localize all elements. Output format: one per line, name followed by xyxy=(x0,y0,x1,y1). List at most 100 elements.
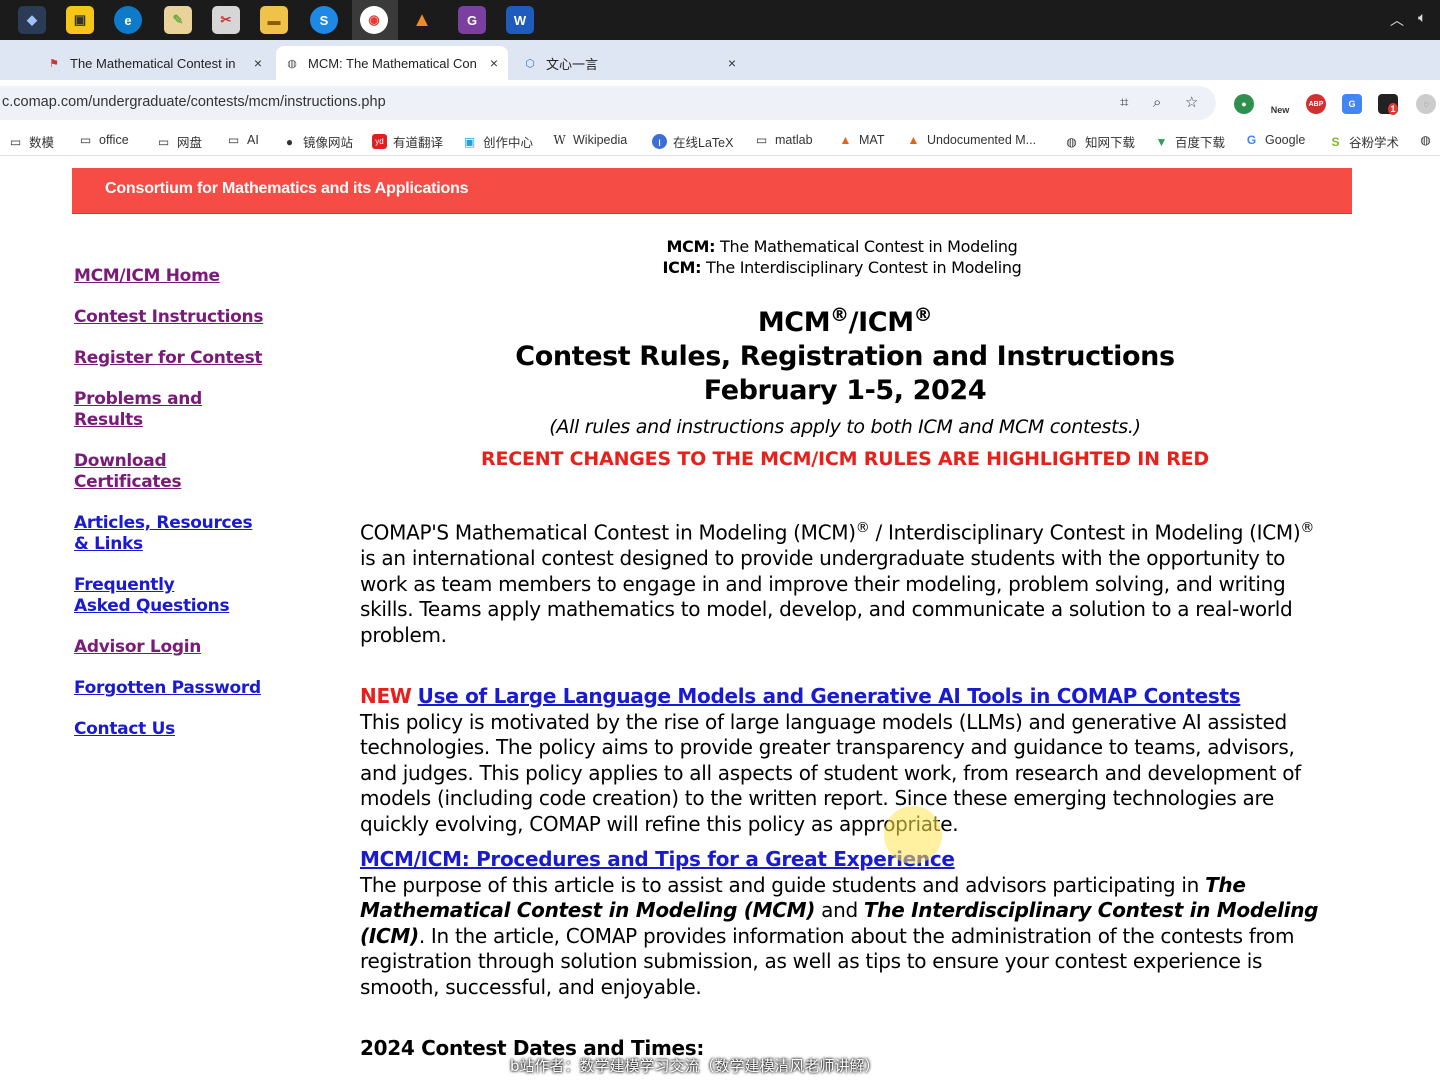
file-explorer-icon[interactable]: ▬ xyxy=(260,6,288,34)
sidebar-item-forgotten-password[interactable]: Forgotten Password xyxy=(74,678,274,699)
bookmark-item[interactable]: S 谷粉学术 xyxy=(1328,132,1399,151)
sidebar-item-contact[interactable]: Contact Us xyxy=(74,719,274,740)
tab-title: 文心一言 xyxy=(546,56,599,72)
tips-text-b: . In the article, COMAP provides informa… xyxy=(360,923,1295,999)
adblock-icon[interactable]: ABP xyxy=(1306,94,1326,114)
bookmark-item[interactable]: ▼ 百度下载 xyxy=(1154,132,1225,151)
paint-app-icon[interactable]: ✎ xyxy=(164,6,192,34)
tips-text-a: The purpose of this article is to assist… xyxy=(360,872,1206,897)
tab-title: The Mathematical Contest in xyxy=(70,55,236,71)
bookmark-label: 网盘 xyxy=(177,136,203,150)
tab-strip: ✕ ⚑ The Mathematical Contest in × ◍ MCM:… xyxy=(0,40,1440,110)
globe-icon: ◍ xyxy=(1420,132,1431,147)
sidebar-item-home[interactable]: MCM/ICM Home xyxy=(74,266,274,287)
tab-wenxin[interactable]: ⬡ 文心一言 × xyxy=(514,46,746,80)
intro-text-c: is an international contest designed to … xyxy=(360,546,1293,647)
bookmark-item[interactable]: ▲ Undocumented M... xyxy=(906,132,1037,147)
url-text[interactable]: c.comap.com/undergraduate/contests/mcm/i… xyxy=(2,94,386,110)
bookmark-item[interactable]: ı 在线LaTeX xyxy=(652,132,733,151)
google-icon: G xyxy=(1246,132,1257,147)
extension-new-icon[interactable]: New xyxy=(1268,94,1292,115)
ai-policy-link[interactable]: Use of Large Language Models and Generat… xyxy=(418,684,1241,708)
icm-abbr: ICM: xyxy=(662,258,702,277)
bookmark-item[interactable]: ▭ 网盘 xyxy=(156,132,202,151)
extension-misc-icon[interactable]: ◌ xyxy=(1416,94,1436,114)
sidebar-item-articles[interactable]: Articles, Resources & Links xyxy=(74,513,254,555)
bookmark-label: matlab xyxy=(775,132,813,147)
registered-mark: ® xyxy=(913,304,933,326)
cat-app-icon[interactable]: ◆ xyxy=(18,6,46,34)
bookmark-label: 数模 xyxy=(29,136,55,150)
pdf-app-icon[interactable]: G xyxy=(458,6,486,34)
bookmark-item[interactable]: ● 镜像网站 xyxy=(282,132,353,151)
wenxin-favicon-icon: ⬡ xyxy=(525,57,535,70)
bookmark-item[interactable]: G Google xyxy=(1244,132,1305,147)
new-label: NEW xyxy=(360,684,412,709)
main-content: MCM: The Mathematical Contest in Modelin… xyxy=(360,236,1330,1062)
title-icm: /ICM xyxy=(848,307,914,338)
tips-link[interactable]: MCM/ICM: Procedures and Tips for a Great… xyxy=(360,847,955,871)
speaker-icon[interactable]: 🔈︎ xyxy=(1418,10,1426,26)
scholar-icon: S xyxy=(1331,134,1340,149)
bookmark-item[interactable]: ▭ matlab xyxy=(754,132,813,147)
bookmark-label: office xyxy=(99,132,129,147)
bookmark-label: Wikipedia xyxy=(573,132,628,147)
bookmark-item[interactable]: ▣ 创作中心 xyxy=(462,132,533,151)
bookmark-item[interactable]: yd 有道翻译 xyxy=(372,132,443,151)
tab-mcm-instructions[interactable]: ◍ MCM: The Mathematical Con × xyxy=(276,46,508,80)
star-bookmark-icon[interactable]: ☆ xyxy=(1185,93,1198,111)
chevron-up-icon[interactable]: ︿ xyxy=(1390,10,1404,30)
bookmark-item[interactable]: ▲ MAT xyxy=(838,132,885,147)
sidebar-item-problems[interactable]: Problems and Results xyxy=(74,389,274,431)
github-icon: ● xyxy=(285,134,294,149)
icm-full-name: The Interdisciplinary Contest in Modelin… xyxy=(701,258,1022,277)
bookmark-item[interactable]: ◍ 知网下载 xyxy=(1064,132,1135,151)
contest-date: February 1-5, 2024 xyxy=(703,375,987,406)
registered-mark: ® xyxy=(855,520,870,536)
registered-mark: ® xyxy=(830,304,849,326)
bookmark-item[interactable]: W Wikipedia xyxy=(552,132,627,147)
banner-title[interactable]: Consortium for Mathematics and its Appli… xyxy=(105,180,469,198)
sidebar-item-faq[interactable]: Frequently Asked Questions xyxy=(74,575,234,617)
google-translate-icon[interactable]: G xyxy=(1342,94,1362,114)
zoom-icon[interactable]: ⌕ xyxy=(1153,93,1161,111)
bookmark-label: MAT xyxy=(859,132,885,147)
globe-icon: ◍ xyxy=(1066,134,1077,149)
intro-paragraph: COMAP'S Mathematical Contest in Modeling… xyxy=(360,516,1330,648)
tab-close-icon[interactable]: × xyxy=(490,55,498,71)
sidebar-item-instructions[interactable]: Contest Instructions xyxy=(74,307,274,328)
notes-app-icon[interactable]: ▣ xyxy=(66,6,94,34)
tab-title: MCM: The Mathematical Con xyxy=(308,55,476,71)
sidebar-item-certificates[interactable]: Download Certificates xyxy=(74,451,274,493)
translate-icon[interactable]: ⌗ xyxy=(1120,93,1128,111)
sidebar-item-advisor-login[interactable]: Advisor Login xyxy=(74,637,274,658)
bookmark-item[interactable]: ▭ 数模 xyxy=(8,132,54,151)
tab-close-icon[interactable]: × xyxy=(254,55,262,71)
bookmark-overflow[interactable]: ◍ xyxy=(1418,132,1439,147)
sidebar-item-register[interactable]: Register for Contest xyxy=(74,348,274,369)
tab-mathematical-contest[interactable]: ⚑ The Mathematical Contest in × xyxy=(38,46,272,80)
extension-globe-icon[interactable]: ● xyxy=(1234,94,1254,114)
sogou-app-icon[interactable]: S xyxy=(310,6,338,34)
extension-counter-icon[interactable]: 1 xyxy=(1378,94,1398,115)
word-app-icon[interactable]: W xyxy=(506,6,534,34)
edge-browser-icon[interactable]: e xyxy=(114,6,142,34)
bookmark-item[interactable]: ▭ AI xyxy=(226,132,259,147)
matlab-app-icon[interactable]: ▲ xyxy=(408,6,436,34)
rule-changes-notice: RECENT CHANGES TO THE MCM/ICM RULES ARE … xyxy=(481,448,1209,470)
snip-app-icon[interactable]: ✂ xyxy=(212,6,240,34)
bilibili-icon: ▣ xyxy=(463,134,476,149)
chrome-browser-icon[interactable]: ◉ xyxy=(360,6,388,34)
abp-label: ABP xyxy=(1308,100,1324,108)
ai-policy-section: NEW Use of Large Language Models and Gen… xyxy=(360,684,1330,837)
comap-favicon-icon: ⚑ xyxy=(49,57,59,70)
registered-mark: ® xyxy=(1300,520,1315,536)
bookmark-label: AI xyxy=(247,132,259,147)
folder-icon: ▭ xyxy=(79,132,92,147)
tab-close-icon[interactable]: × xyxy=(728,55,736,71)
address-bar[interactable]: c.comap.com/undergraduate/contests/mcm/i… xyxy=(0,86,1216,120)
bookmark-item[interactable]: ▭ office xyxy=(78,132,129,147)
mcm-full-name: The Mathematical Contest in Modeling xyxy=(715,237,1018,256)
title-mcm: MCM xyxy=(757,307,831,338)
intro-text-a: COMAP'S Mathematical Contest in Modeling… xyxy=(360,520,856,545)
